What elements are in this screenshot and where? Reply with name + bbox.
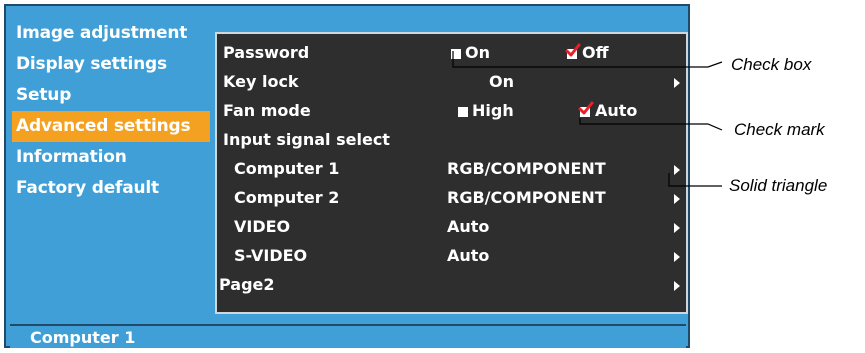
callout-check-box: Check box xyxy=(731,55,812,74)
callout-solid-triangle: Solid triangle xyxy=(729,176,828,195)
callout-check-mark: Check mark xyxy=(734,120,825,139)
